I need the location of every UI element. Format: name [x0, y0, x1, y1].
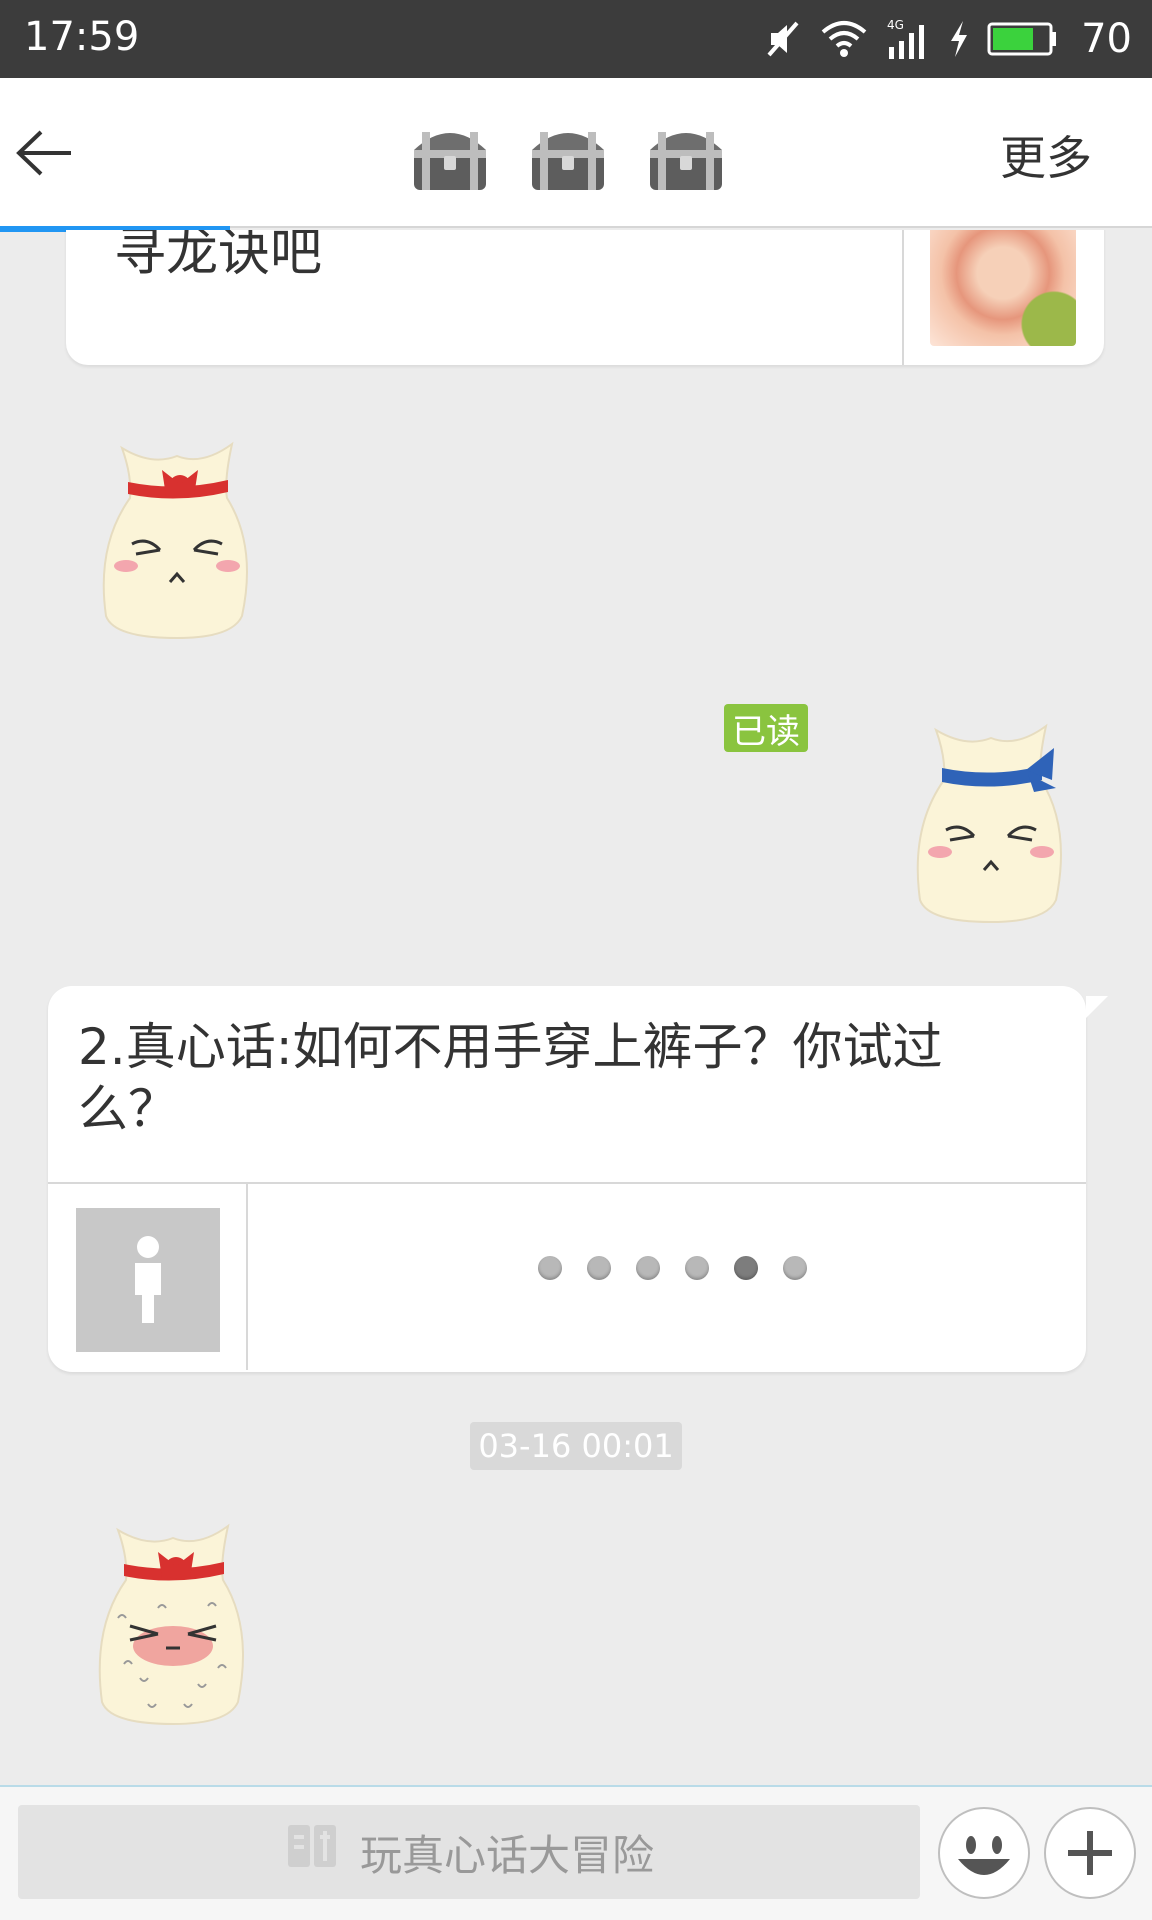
loading-dot: [636, 1256, 660, 1280]
battery-level: 70: [1081, 16, 1132, 62]
treasure-chest-icon[interactable]: [526, 120, 610, 196]
plus-icon: [1068, 1831, 1112, 1875]
smiley-icon: [942, 1811, 1026, 1895]
treasure-chest-icon[interactable]: [644, 120, 728, 196]
loading-dot: [685, 1256, 709, 1280]
truth-or-dare-card[interactable]: 2.真心话:如何不用手穿上裤子？你试过么？: [48, 986, 1108, 1372]
loading-dot: [783, 1256, 807, 1280]
emoji-button[interactable]: [938, 1807, 1030, 1899]
more-button[interactable]: 更多: [1000, 122, 1092, 188]
message-card[interactable]: 寻龙诀吧: [66, 230, 1104, 365]
status-bar: 17:59 4G 70: [0, 0, 1152, 78]
back-button[interactable]: [10, 118, 80, 188]
plus-button[interactable]: [1044, 1807, 1136, 1899]
game-icon: [284, 1819, 340, 1885]
treasure-chest-icon[interactable]: [408, 120, 492, 196]
loading-dot: [587, 1256, 611, 1280]
sticker-right-blue-bow[interactable]: [906, 708, 1076, 928]
chat-header: 更多: [0, 78, 1152, 232]
input-bar: 玩真心话大冒险: [0, 1785, 1152, 1920]
status-time: 17:59: [24, 14, 140, 60]
mute-icon: [767, 21, 799, 57]
sticker-left-blushing[interactable]: [88, 1508, 258, 1730]
treasure-chests: [408, 120, 728, 196]
message-text: 寻龙诀吧: [114, 230, 323, 283]
question-text: 2.真心话:如何不用手穿上裤子？你试过么？: [78, 1018, 943, 1138]
battery-icon: [987, 22, 1057, 56]
card-divider: [48, 1182, 1086, 1184]
loading-dot: [538, 1256, 562, 1280]
back-arrow-icon: [16, 130, 71, 176]
card-divider: [246, 1184, 248, 1370]
svg-text:4G: 4G: [887, 18, 904, 32]
card-divider: [902, 230, 904, 365]
status-icons: 4G 70: [763, 12, 1132, 66]
bubble-tail: [1086, 996, 1108, 1018]
message-timestamp: 03-16 00:01: [470, 1422, 682, 1470]
message-input[interactable]: 玩真心话大冒险: [18, 1805, 920, 1899]
charging-icon: [951, 21, 968, 57]
chat-area[interactable]: 寻龙诀吧 已读 2.真心话:如何不用手穿上裤子？你试过么？ 03-16 00:0…: [0, 230, 1152, 1785]
signal-4g-icon: 4G: [887, 18, 925, 59]
read-status-badge: 已读: [724, 704, 808, 752]
input-placeholder: 玩真心话大冒险: [359, 1830, 654, 1880]
person-icon: [135, 1236, 161, 1323]
sticker-left-red-bow[interactable]: [92, 426, 262, 644]
loading-dots: [538, 1256, 807, 1280]
flower-image[interactable]: [930, 230, 1076, 346]
avatar[interactable]: [76, 1208, 220, 1352]
wifi-icon: [821, 21, 867, 57]
loading-dot: [734, 1256, 758, 1280]
